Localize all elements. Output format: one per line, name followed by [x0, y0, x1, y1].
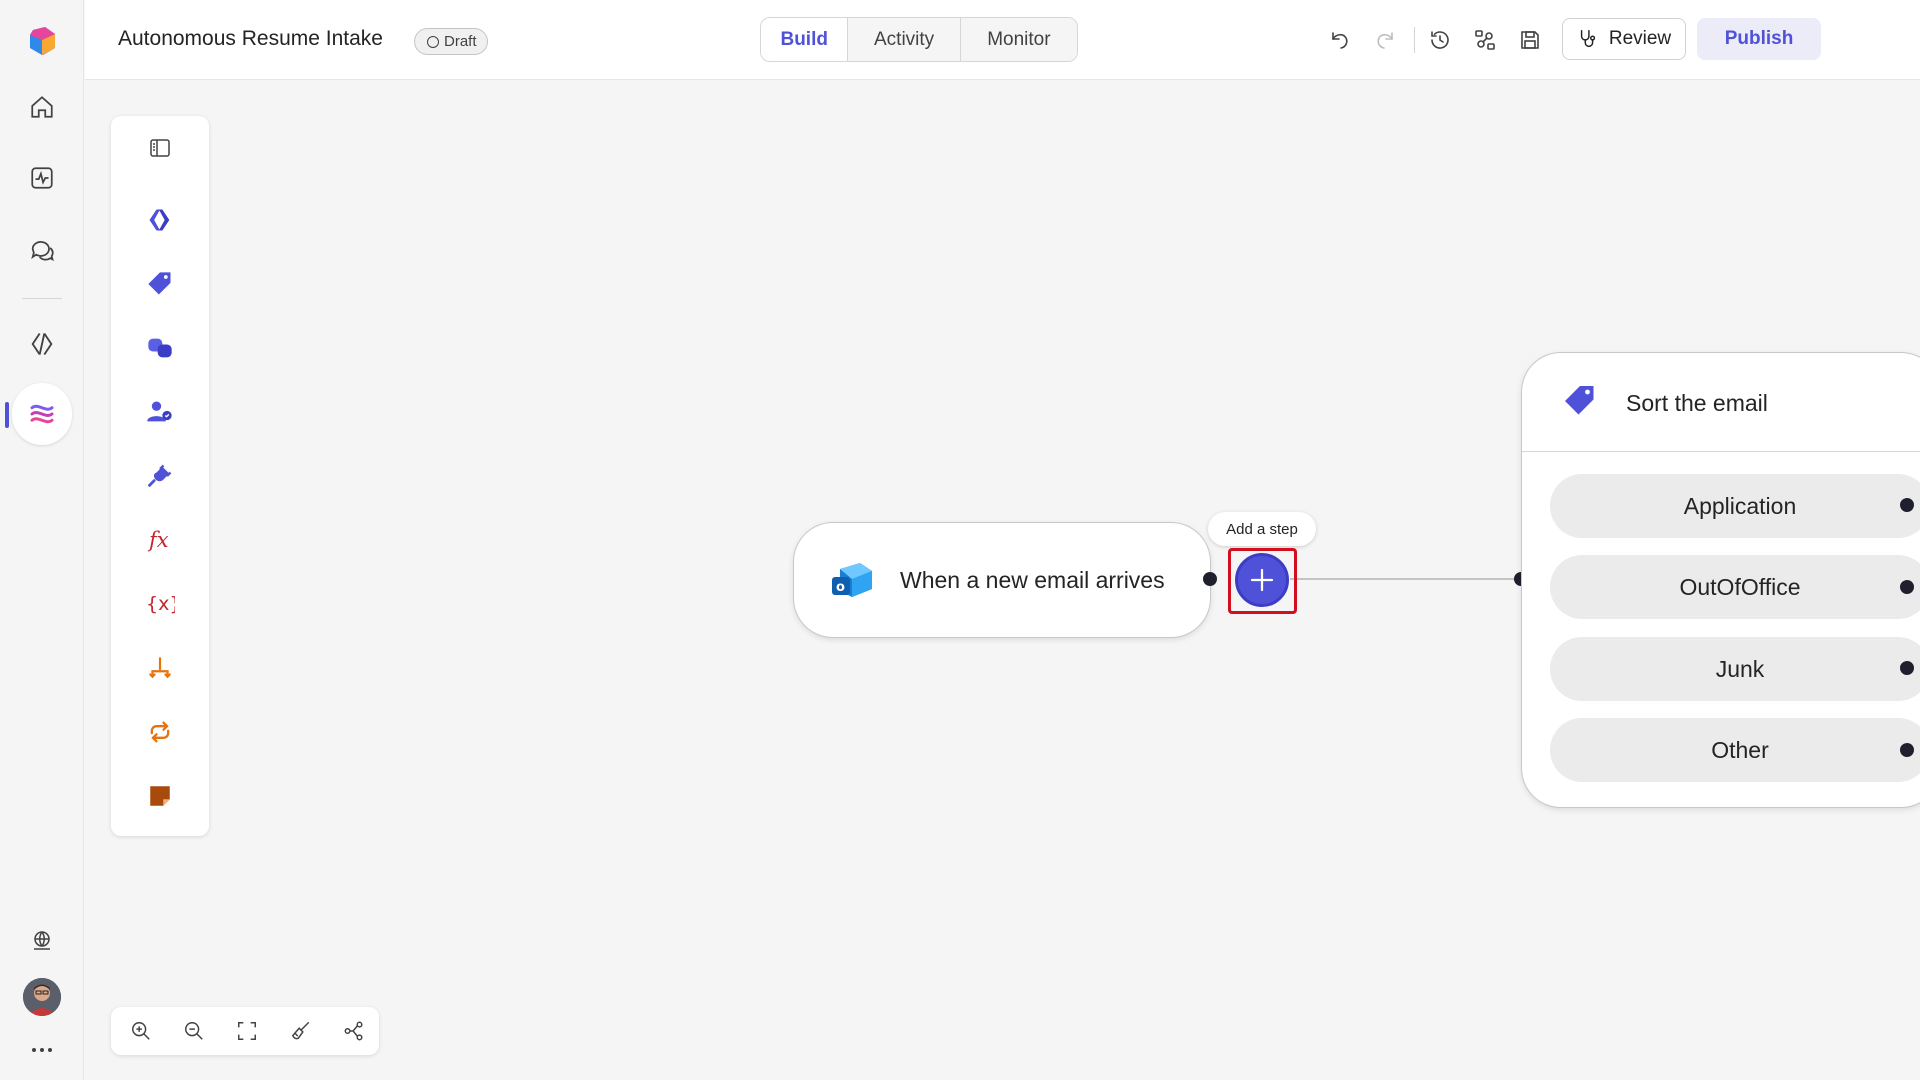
agent-tool-icon[interactable]	[140, 200, 180, 240]
publish-button[interactable]: Publish	[1697, 18, 1821, 60]
trigger-node[interactable]: o When a new email arrives	[793, 522, 1211, 638]
user-avatar[interactable]	[23, 978, 61, 1016]
other-output-port[interactable]	[1900, 743, 1914, 757]
sort-node-title: Sort the email	[1626, 390, 1768, 416]
status-badge-label: Draft	[444, 33, 477, 50]
zoom-in-icon[interactable]	[125, 1015, 157, 1047]
option-junk[interactable]: Junk	[1550, 637, 1920, 701]
edge-trigger-to-sort	[1290, 578, 1526, 580]
outlook-icon: o	[830, 561, 874, 601]
junk-output-port[interactable]	[1900, 661, 1914, 675]
review-label: Review	[1608, 28, 1672, 49]
plus-icon	[1250, 568, 1274, 592]
draft-circle-icon	[427, 35, 439, 48]
fit-to-view-icon[interactable]	[231, 1015, 263, 1047]
review-button[interactable]: Review	[1562, 18, 1686, 60]
undo-icon[interactable]	[1322, 22, 1358, 58]
connections-icon[interactable]	[1467, 22, 1503, 58]
page-title: Autonomous Resume Intake	[118, 27, 383, 50]
sticky-note-icon[interactable]	[140, 776, 180, 816]
trigger-output-port[interactable]	[1203, 572, 1217, 586]
add-step-button[interactable]	[1235, 553, 1289, 607]
trigger-node-label: When a new email arrives	[900, 567, 1165, 593]
svg-text:{x}: {x}	[146, 593, 175, 615]
tidy-up-brush-icon[interactable]	[285, 1015, 317, 1047]
application-output-port[interactable]	[1900, 498, 1914, 512]
tool-palette: fx {x}	[111, 116, 209, 836]
add-step-tooltip: Add a step	[1208, 512, 1316, 546]
zoom-out-icon[interactable]	[178, 1015, 210, 1047]
toggle-panel-icon[interactable]	[140, 128, 180, 168]
option-application[interactable]: Application	[1550, 474, 1920, 538]
copilot-studio-logo-icon[interactable]	[22, 21, 62, 61]
svg-text:fx: fx	[147, 528, 169, 552]
tag-icon	[1562, 383, 1598, 424]
minimap-icon[interactable]	[338, 1015, 370, 1047]
stethoscope-icon	[1580, 30, 1595, 48]
sort-node-header: Sort the email	[1522, 353, 1920, 452]
tab-monitor[interactable]: Monitor	[960, 18, 1077, 61]
canvas-controls	[111, 1007, 379, 1055]
globe-settings-icon[interactable]	[22, 920, 62, 960]
copilot-tool-icon[interactable]	[140, 328, 180, 368]
svg-text:o: o	[836, 580, 845, 595]
version-history-icon[interactable]	[1422, 22, 1458, 58]
status-badge: Draft	[414, 28, 488, 55]
formula-fx-icon[interactable]: fx	[140, 520, 180, 560]
save-icon[interactable]	[1512, 22, 1548, 58]
human-review-icon[interactable]	[140, 392, 180, 432]
option-other[interactable]: Other	[1550, 718, 1920, 782]
variable-icon[interactable]: {x}	[140, 584, 180, 624]
home-icon[interactable]	[22, 87, 62, 127]
more-icon[interactable]	[22, 1030, 62, 1070]
classify-tag-icon[interactable]	[140, 264, 180, 304]
app-rail	[0, 0, 84, 1080]
tab-build[interactable]: Build	[761, 18, 849, 61]
flows-icon[interactable]	[22, 394, 62, 434]
loop-icon[interactable]	[140, 712, 180, 752]
redo-icon[interactable]	[1367, 22, 1403, 58]
sort-email-node[interactable]: Sort the email Application OutOfOffice J…	[1521, 352, 1920, 808]
connector-plug-icon[interactable]	[140, 456, 180, 496]
tab-activity[interactable]: Activity	[848, 18, 961, 61]
agents-icon[interactable]	[22, 324, 62, 364]
activity-monitor-icon[interactable]	[22, 158, 62, 198]
chat-icon[interactable]	[22, 230, 62, 270]
outofoffice-output-port[interactable]	[1900, 580, 1914, 594]
view-tabs: Build Activity Monitor	[760, 17, 1078, 62]
condition-branch-icon[interactable]	[140, 648, 180, 688]
option-outofoffice[interactable]: OutOfOffice	[1550, 555, 1920, 619]
